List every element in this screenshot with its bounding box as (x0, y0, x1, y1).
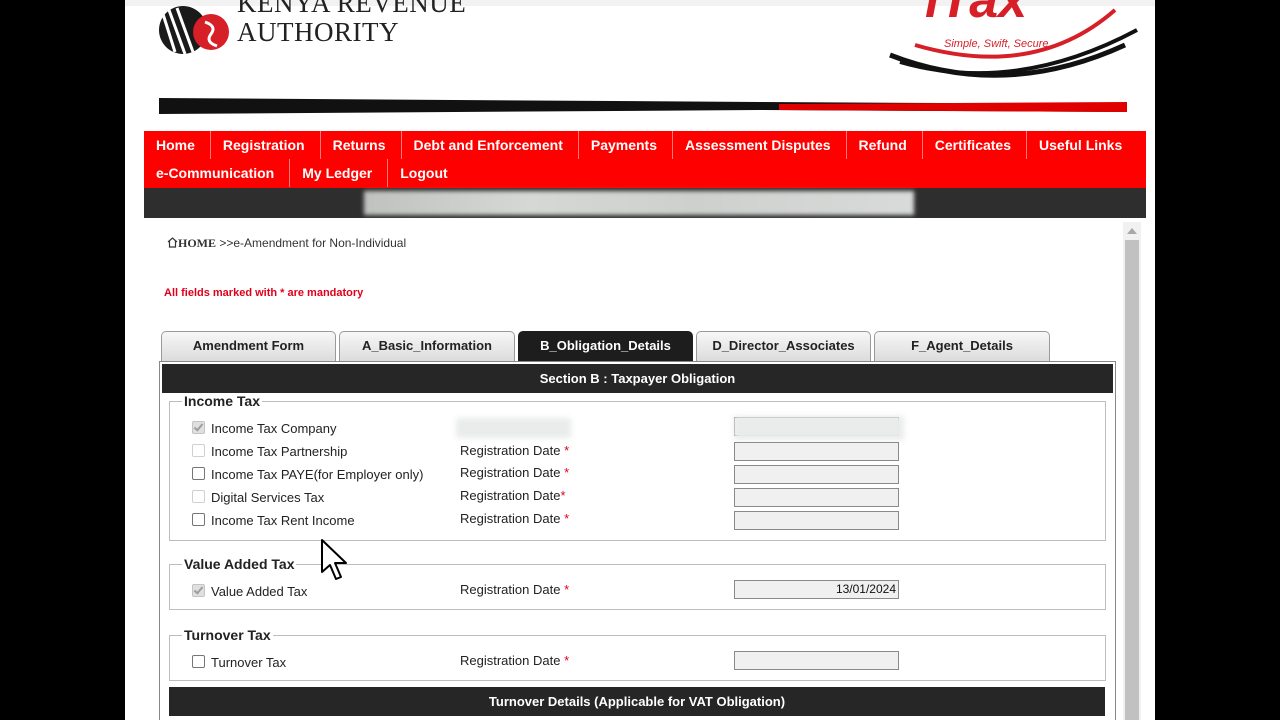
nav-logout[interactable]: Logout (388, 159, 462, 187)
vat-registration-date[interactable]: 13/01/2024 (734, 580, 899, 599)
nav-registration[interactable]: Registration (211, 131, 321, 159)
digital-services-tax-label: Digital Services Tax (211, 490, 325, 505)
user-info-bar (144, 188, 1146, 218)
turnover-date-label: Registration Date * (460, 653, 570, 668)
income-tax-paye-label: Income Tax PAYE(for Employer only) (211, 467, 424, 482)
nav-e-communication[interactable]: e-Communication (144, 159, 291, 187)
nav-refund[interactable]: Refund (847, 131, 923, 159)
income-tax-legend: Income Tax (182, 393, 262, 409)
kra-name-line1: KENYA REVENUE (237, 0, 467, 18)
nav-payments[interactable]: Payments (579, 131, 674, 159)
turnover-tax-fieldset: Turnover Tax Turnover Tax Registration D… (169, 627, 1106, 681)
vertical-scrollbar[interactable] (1123, 222, 1141, 720)
redacted-date (734, 416, 904, 440)
kra-logo (159, 6, 229, 55)
nav-useful-links[interactable]: Useful Links (1027, 131, 1137, 159)
partnership-date-label: Registration Date * (460, 443, 570, 458)
income-tax-rent-date[interactable] (734, 511, 899, 530)
income-tax-partnership-checkbox[interactable] (192, 444, 205, 457)
kra-name-line2: AUTHORITY (237, 17, 399, 47)
turnover-details-header: Turnover Details (Applicable for VAT Obl… (169, 687, 1105, 716)
nav-returns[interactable]: Returns (321, 131, 402, 159)
vat-label: Value Added Tax (211, 584, 308, 599)
page: KENYA REVENUE AUTHORITY iTax Simple, Swi… (125, 0, 1155, 720)
header-swoosh (159, 98, 1127, 114)
digital-services-tax-checkbox[interactable] (192, 490, 205, 503)
turnover-tax-date[interactable] (734, 651, 899, 670)
tab-director-associates[interactable]: D_Director_Associates (696, 331, 871, 361)
tab-obligation-details[interactable]: B_Obligation_Details (518, 331, 693, 361)
itax-tagline: Simple, Swift, Secure (944, 38, 1049, 50)
scrollbar-thumb[interactable] (1125, 240, 1139, 720)
tab-basic-information[interactable]: A_Basic_Information (339, 331, 515, 361)
nav-row-2: e-Communication My Ledger Logout (144, 159, 463, 187)
breadcrumb-home[interactable]: HOME (178, 236, 216, 250)
digital-services-date-label: Registration Date* (460, 488, 566, 503)
income-tax-paye-date[interactable] (734, 465, 899, 484)
income-tax-paye-checkbox[interactable] (192, 467, 205, 480)
vat-fieldset: Value Added Tax Value Added Tax Registra… (169, 556, 1106, 610)
nav-row-1: Home Registration Returns Debt and Enfor… (144, 131, 1137, 159)
vat-date-label: Registration Date * (460, 582, 570, 597)
redacted-field (456, 418, 571, 438)
income-tax-company-label: Income Tax Company (211, 421, 337, 436)
digital-services-tax-date[interactable] (734, 488, 899, 507)
obligation-panel: Section B : Taxpayer Obligation Income T… (159, 361, 1116, 720)
nav-assessment-disputes[interactable]: Assessment Disputes (673, 131, 847, 159)
tab-agent-details[interactable]: F_Agent_Details (874, 331, 1050, 361)
income-tax-company-checkbox[interactable] (192, 421, 205, 434)
itax-wordmark: iTax (925, 0, 1028, 29)
tab-amendment-form[interactable]: Amendment Form (161, 331, 336, 361)
main-nav: Home Registration Returns Debt and Enfor… (144, 131, 1146, 188)
mandatory-note: All fields marked with * are mandatory (164, 287, 364, 299)
nav-home[interactable]: Home (144, 131, 211, 159)
income-tax-rent-checkbox[interactable] (192, 513, 205, 526)
nav-my-ledger[interactable]: My Ledger (290, 159, 389, 187)
vat-checkbox[interactable] (192, 584, 205, 597)
breadcrumb: HOME >>e-Amendment for Non-Individual (167, 236, 406, 251)
income-tax-fieldset: Income Tax Income Tax Company Income Tax… (169, 393, 1106, 541)
paye-date-label: Registration Date * (460, 465, 570, 480)
turnover-tax-checkbox[interactable] (192, 655, 205, 668)
nav-certificates[interactable]: Certificates (923, 131, 1028, 159)
home-icon (167, 237, 178, 248)
kra-name: KENYA REVENUE AUTHORITY (237, 0, 466, 47)
scroll-up-icon[interactable] (1127, 228, 1137, 234)
redacted-user-info (364, 191, 914, 215)
mouse-cursor-icon (321, 539, 347, 580)
vat-legend: Value Added Tax (182, 556, 297, 572)
section-title: Section B : Taxpayer Obligation (162, 364, 1113, 393)
nav-debt-enforcement[interactable]: Debt and Enforcement (402, 131, 579, 159)
income-tax-partnership-date[interactable] (734, 442, 899, 461)
rent-date-label: Registration Date * (460, 511, 570, 526)
income-tax-rent-label: Income Tax Rent Income (211, 513, 355, 528)
turnover-tax-legend: Turnover Tax (182, 627, 273, 643)
breadcrumb-current: >>e-Amendment for Non-Individual (219, 236, 407, 250)
turnover-tax-label: Turnover Tax (211, 655, 287, 670)
income-tax-partnership-label: Income Tax Partnership (211, 444, 348, 459)
